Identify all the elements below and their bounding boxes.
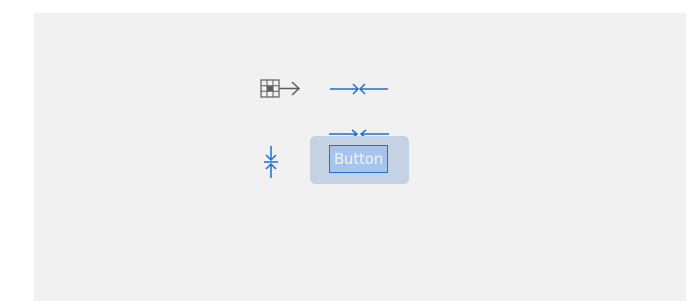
button-selection-box: Button [329,145,388,173]
vertical-converge-arrows-icon [264,146,278,178]
horizontal-converge-arrows-icon [330,83,388,95]
target-button[interactable]: Button [310,136,409,184]
button-label: Button [333,149,384,168]
grid-to-right-arrow-icon [260,79,301,98]
